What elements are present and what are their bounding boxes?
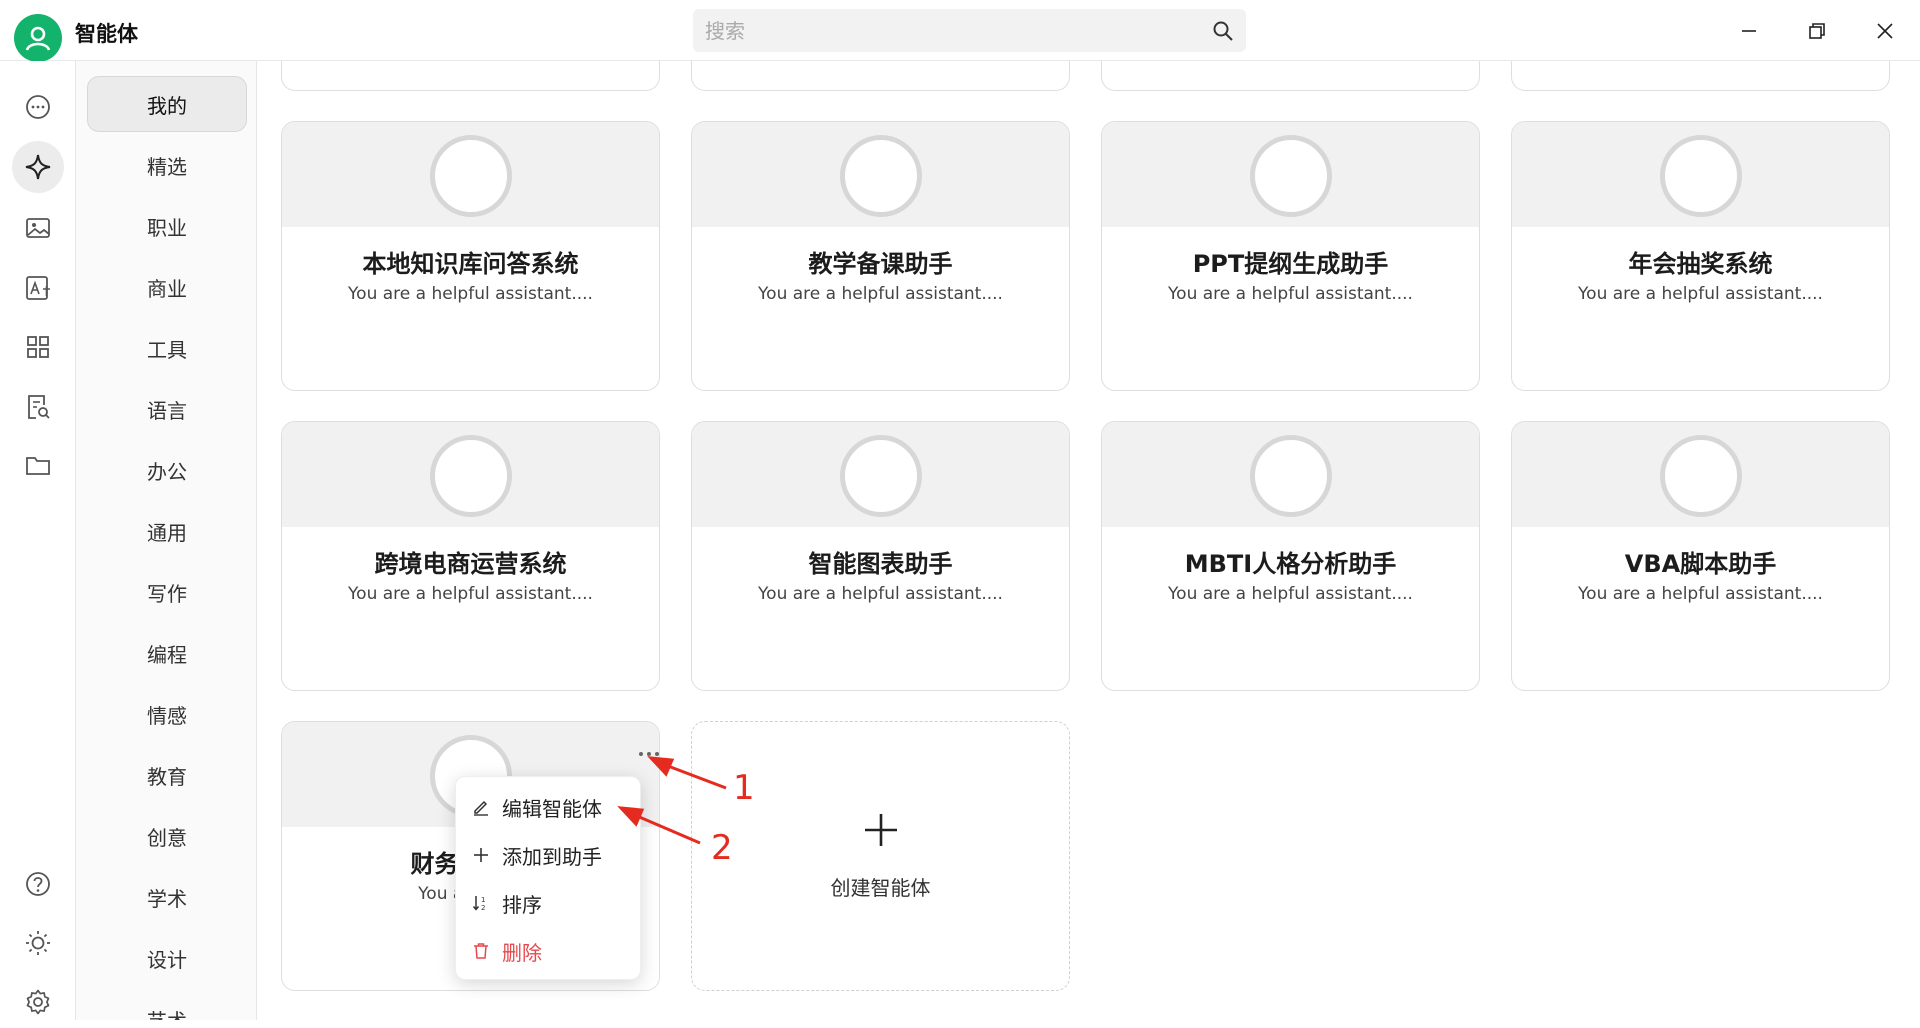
- annotation-arrows: [617, 756, 727, 845]
- annotation-label-1: 1: [733, 768, 755, 808]
- annotation-label-2: 2: [711, 828, 733, 868]
